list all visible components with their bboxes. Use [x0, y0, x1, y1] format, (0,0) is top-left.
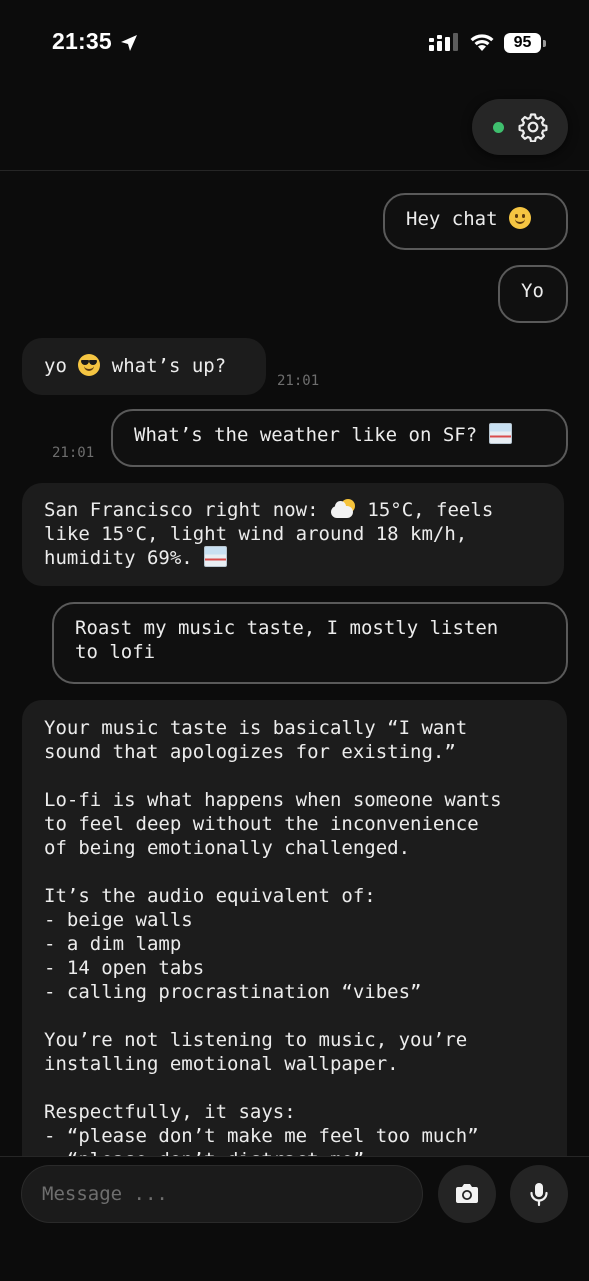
- message-text: Your music taste is basically “I want so…: [44, 717, 502, 1156]
- slightly-smiling-face-icon: [508, 207, 531, 229]
- microphone-button[interactable]: [510, 1165, 568, 1223]
- message-text: what’s up?: [100, 355, 227, 377]
- chat-thread[interactable]: Hey chat Yo yo what’s up? 21:01 21:01 Wh…: [0, 171, 589, 1156]
- message-text: San Francisco right now:: [44, 499, 330, 521]
- message-text: yo: [44, 355, 79, 377]
- message-text: like 15°C, light wind around 18 km/h, hu…: [44, 523, 468, 569]
- image-icon: [204, 546, 228, 567]
- message-input[interactable]: Message ...: [21, 1165, 423, 1223]
- battery-icon: 95: [504, 33, 546, 53]
- gear-icon[interactable]: [518, 112, 548, 142]
- assistant-message: San Francisco right now: 15°C, feels lik…: [22, 483, 564, 586]
- image-icon: [488, 423, 512, 444]
- header-status-pill[interactable]: [472, 99, 568, 155]
- message-text: What’s the weather like on SF?: [134, 424, 489, 446]
- assistant-message: Your music taste is basically “I want so…: [22, 700, 567, 1156]
- message-timestamp: 21:01: [52, 445, 95, 461]
- user-message: Hey chat: [383, 193, 568, 250]
- message-text: Hey chat: [406, 208, 509, 230]
- message-text: Yo: [521, 280, 544, 302]
- sun-behind-cloud-icon: [330, 499, 356, 519]
- message-text: 15°C, feels: [355, 499, 494, 521]
- connection-status-dot: [493, 122, 504, 133]
- sunglasses-face-icon: [78, 354, 101, 376]
- battery-tip: [543, 40, 546, 47]
- wifi-icon: [470, 34, 494, 51]
- camera-icon: [456, 1184, 478, 1203]
- user-message: What’s the weather like on SF?: [111, 409, 568, 467]
- user-message: Roast my music taste, I mostly listen to…: [52, 602, 568, 684]
- microphone-icon: [530, 1183, 548, 1207]
- message-timestamp: 21:01: [277, 373, 320, 389]
- assistant-message: yo what’s up?: [22, 338, 266, 395]
- camera-button[interactable]: [438, 1165, 496, 1223]
- status-time: 21:35: [52, 28, 112, 54]
- status-bar: 21:35 95: [0, 0, 589, 90]
- signal-icon: [429, 33, 458, 51]
- battery-level: 95: [504, 33, 541, 53]
- location-arrow-icon: [121, 35, 137, 51]
- message-text: Roast my music taste, I mostly listen to…: [75, 617, 499, 663]
- message-composer: Message ...: [0, 1156, 589, 1281]
- user-message: Yo: [498, 265, 568, 323]
